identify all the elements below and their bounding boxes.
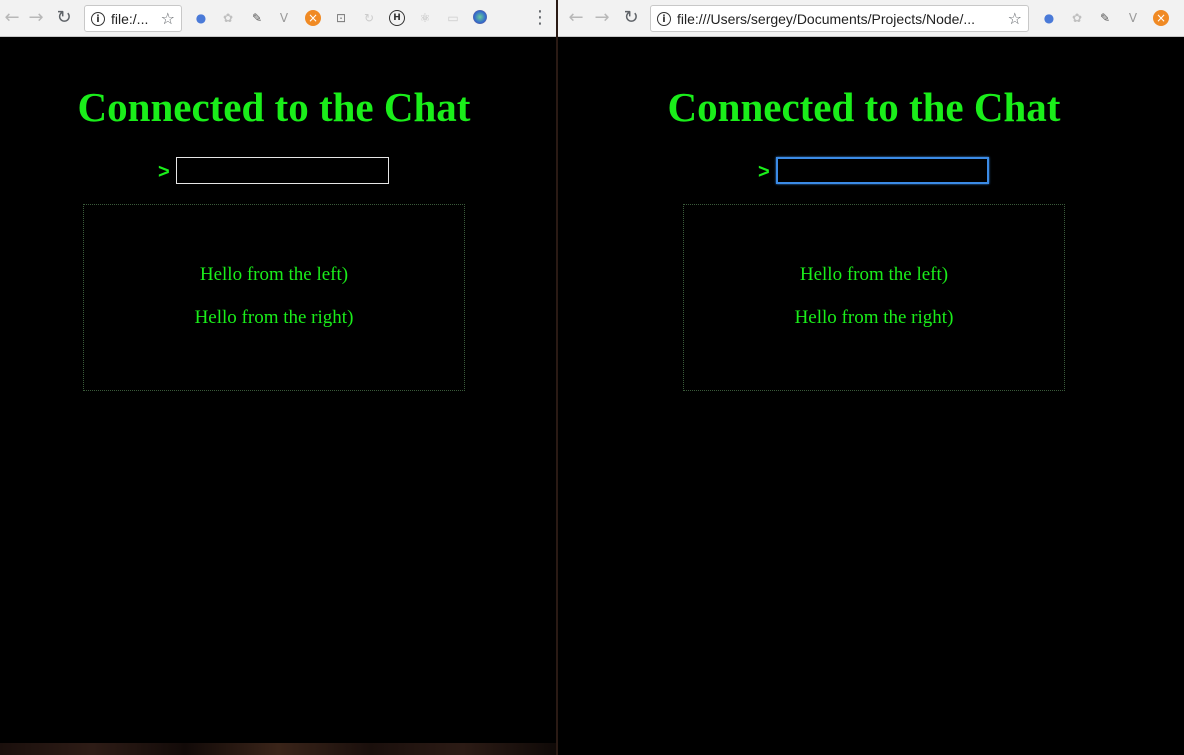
microphone-extension-icon[interactable]: ● xyxy=(1041,10,1057,26)
vue-devtools-icon[interactable]: V xyxy=(276,10,292,26)
color-picker-extension-icon[interactable] xyxy=(473,10,487,24)
chat-message: Hello from the left) xyxy=(199,264,349,285)
desktop-background-strip xyxy=(0,743,556,755)
lock-extension-icon[interactable]: ⊡ xyxy=(333,10,349,26)
page-title: Connected to the Chat xyxy=(77,84,471,130)
chat-input[interactable] xyxy=(176,157,389,184)
chat-page: Connected to the Chat > Hello from the l… xyxy=(558,37,1184,755)
address-url: file:///Users/sergey/Documents/Projects/… xyxy=(677,10,975,27)
input-prompt: > xyxy=(158,161,170,183)
right-browser-window: ← → ↻ i file:///Users/sergey/Documents/P… xyxy=(558,0,1184,755)
react-devtools-icon[interactable]: ⚛ xyxy=(417,10,433,26)
address-url: file:/... xyxy=(111,10,149,27)
address-bar[interactable]: i file:/... ☆ xyxy=(84,5,182,32)
bookmark-star-icon[interactable]: ☆ xyxy=(161,9,175,28)
chat-message: Hello from the right) xyxy=(794,307,954,328)
info-icon[interactable]: i xyxy=(657,11,671,26)
bookmark-star-icon[interactable]: ☆ xyxy=(1008,9,1022,28)
chat-message: Hello from the left) xyxy=(799,264,949,285)
eyedropper-extension-icon[interactable]: ✎ xyxy=(249,10,265,26)
microphone-extension-icon[interactable]: ● xyxy=(193,10,209,26)
refresh-extension-icon[interactable]: ↻ xyxy=(361,10,377,26)
chat-log: Hello from the left) Hello from the righ… xyxy=(83,204,465,391)
address-bar[interactable]: i file:///Users/sergey/Documents/Project… xyxy=(650,5,1029,32)
info-icon[interactable]: i xyxy=(91,11,105,26)
chat-page: Connected to the Chat > Hello from the l… xyxy=(0,37,556,755)
browser-toolbar: ← → ↻ i file:/... ☆ ● ✿ ✎ V × ⊡ ↻ H ⚛ ▭ … xyxy=(0,0,556,37)
vue-devtools-icon[interactable]: V xyxy=(1125,10,1141,26)
menu-icon[interactable]: ⋮ xyxy=(530,8,550,28)
browser-toolbar: ← → ↻ i file:///Users/sergey/Documents/P… xyxy=(558,0,1184,37)
reload-icon[interactable]: ↻ xyxy=(54,8,74,28)
input-prompt: > xyxy=(758,161,770,183)
page-title: Connected to the Chat xyxy=(667,84,1061,130)
chat-log: Hello from the left) Hello from the righ… xyxy=(683,204,1065,391)
forward-icon[interactable]: → xyxy=(592,8,612,28)
left-browser-window: ← → ↻ i file:/... ☆ ● ✿ ✎ V × ⊡ ↻ H ⚛ ▭ … xyxy=(0,0,556,755)
back-icon[interactable]: ← xyxy=(2,8,22,28)
chat-message: Hello from the right) xyxy=(194,307,354,328)
h-extension-icon[interactable]: H xyxy=(389,10,405,26)
paw-extension-icon[interactable]: ✿ xyxy=(220,10,236,26)
eyedropper-extension-icon[interactable]: ✎ xyxy=(1097,10,1113,26)
screen-extension-icon[interactable]: ▭ xyxy=(445,10,461,26)
reload-icon[interactable]: ↻ xyxy=(621,8,641,28)
back-icon[interactable]: ← xyxy=(566,8,586,28)
chat-input[interactable] xyxy=(776,157,989,184)
orange-extension-icon[interactable]: × xyxy=(1153,10,1169,26)
forward-icon[interactable]: → xyxy=(26,8,46,28)
orange-extension-icon[interactable]: × xyxy=(305,10,321,26)
paw-extension-icon[interactable]: ✿ xyxy=(1069,10,1085,26)
